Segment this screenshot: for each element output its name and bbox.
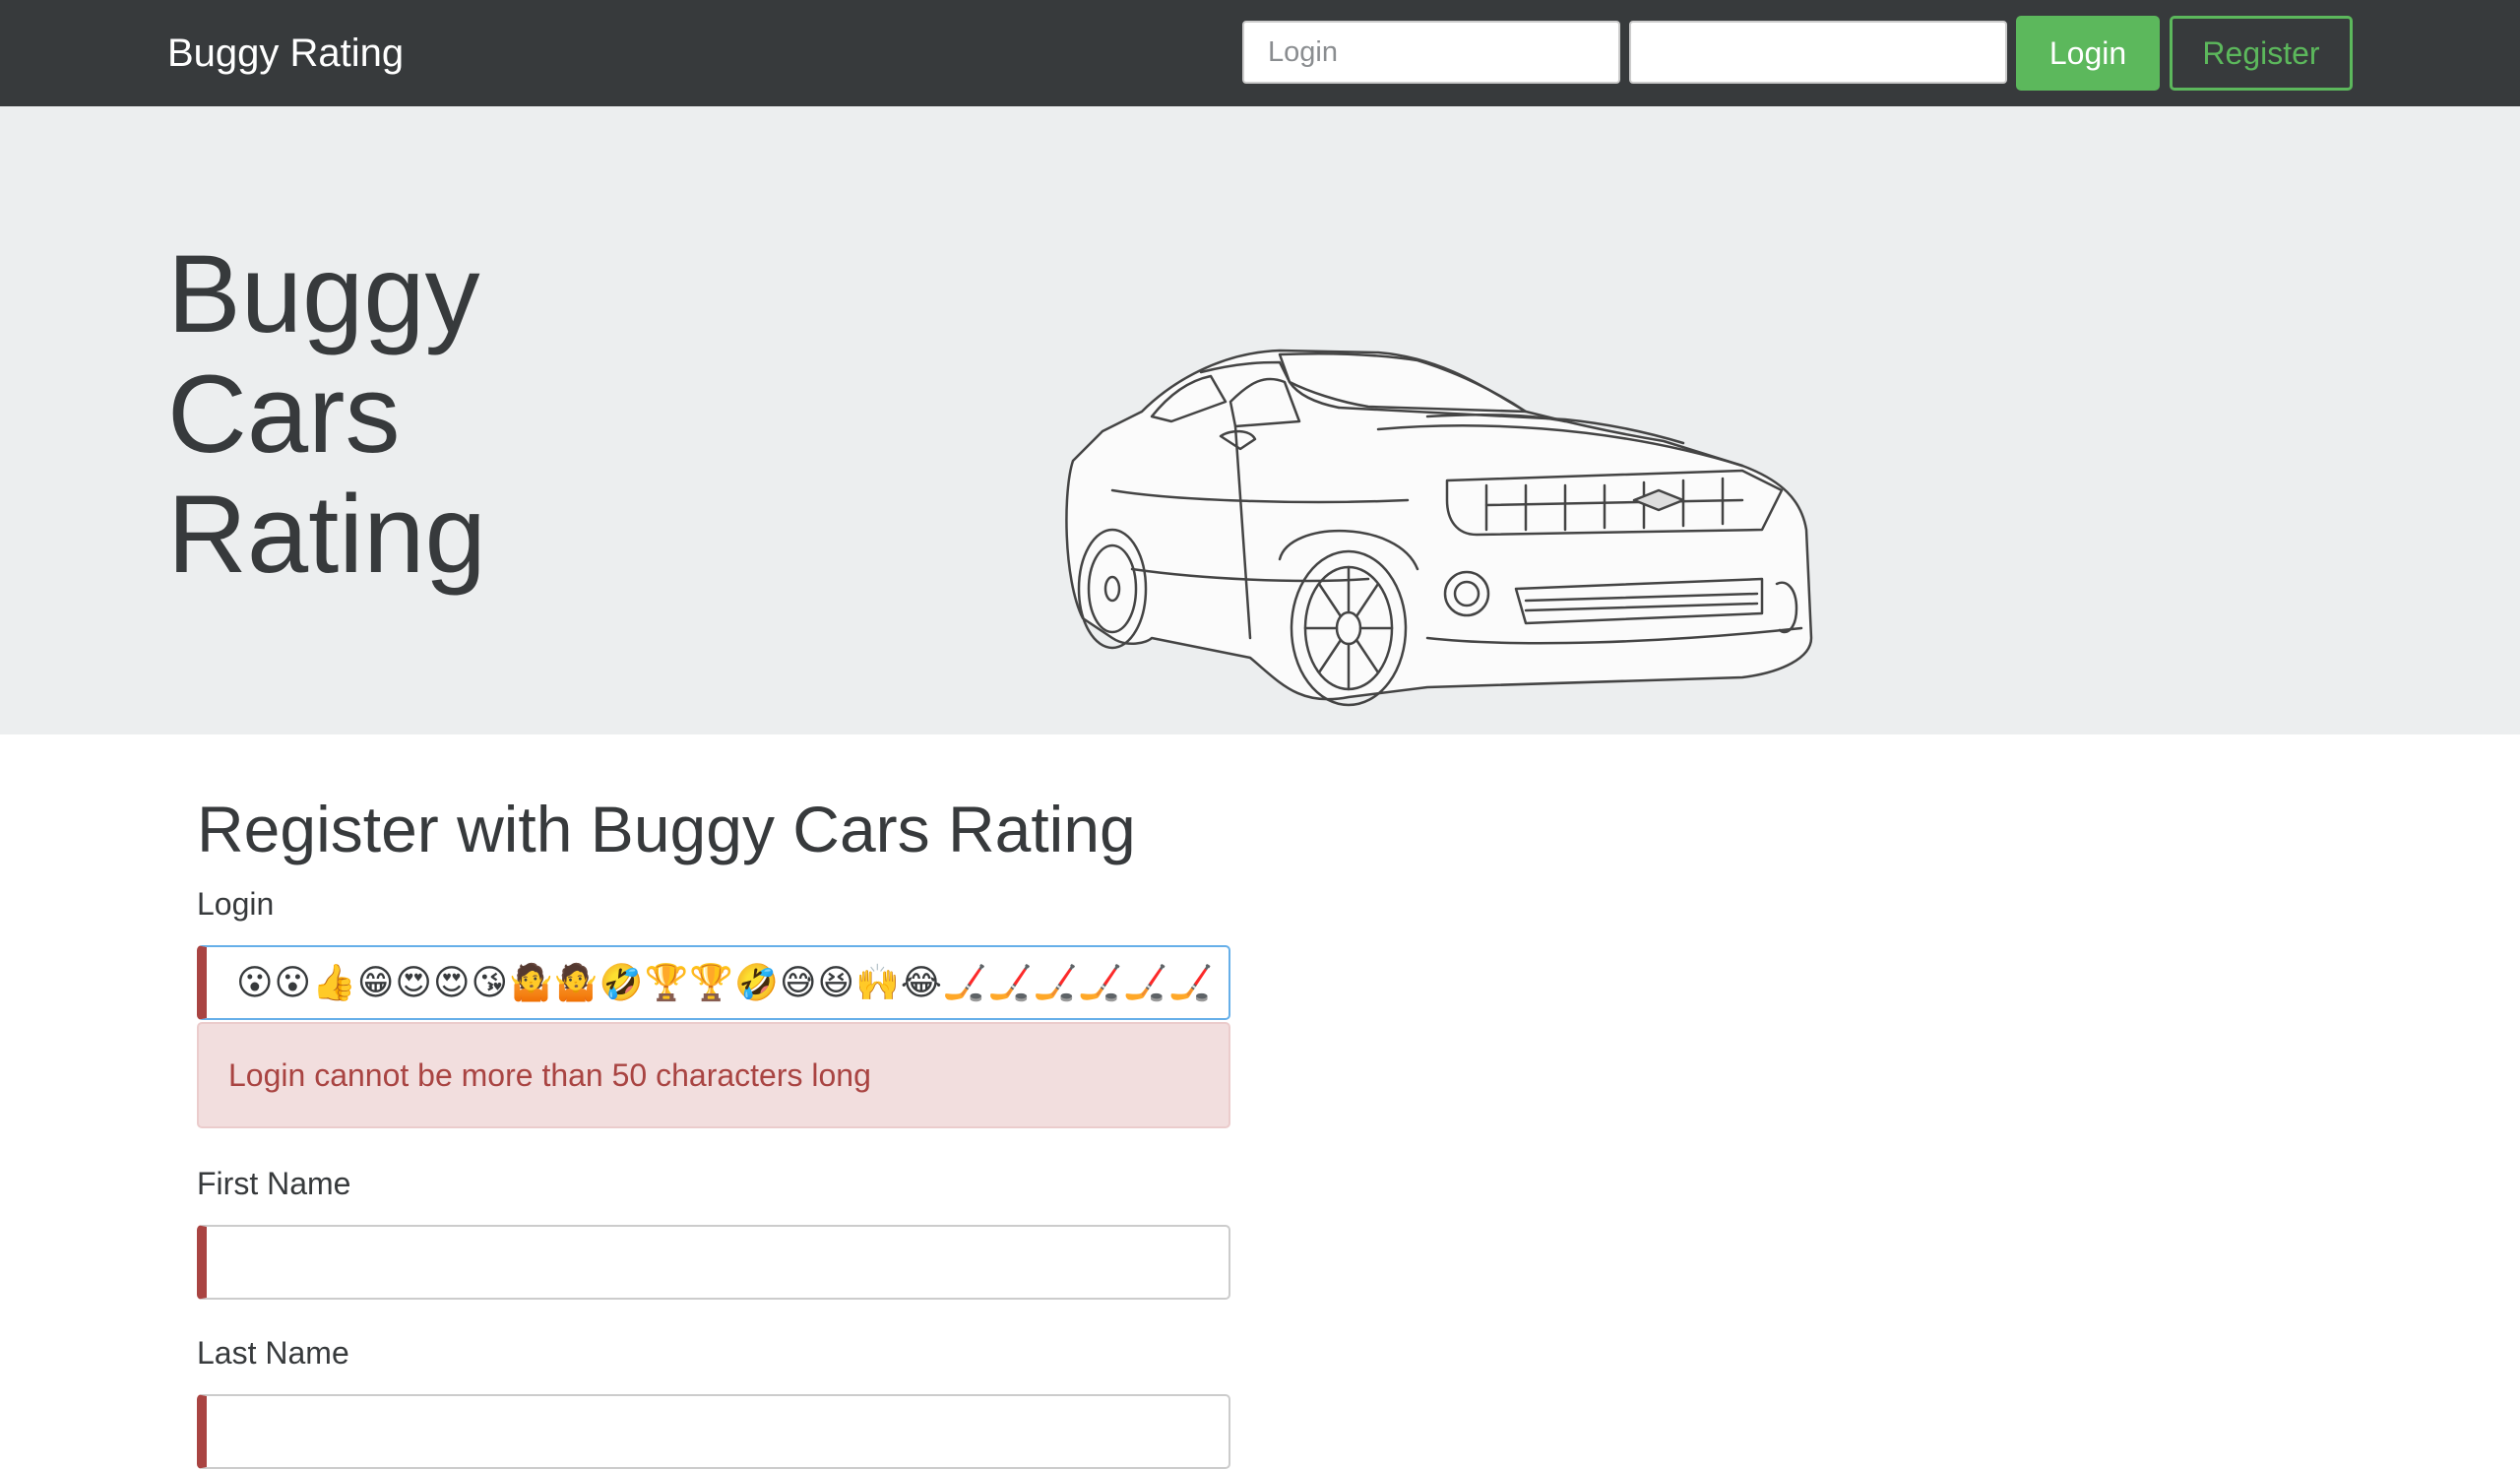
hero-title-line: Buggy — [167, 232, 480, 355]
car-outline-illustration — [1065, 349, 1813, 707]
navbar-login-input[interactable] — [1242, 21, 1620, 84]
login-field-value: 😮😮👍😁😍😍😘🤷🤷🤣🏆🏆🤣😅😆🙌😂🏒🏒🏒🏒🏒🏒 — [236, 963, 1214, 1003]
navbar-password-input[interactable] — [1629, 21, 2007, 84]
page-title: Register with Buggy Cars Rating — [197, 793, 1136, 865]
first-name-field-label: First Name — [197, 1166, 351, 1201]
top-navbar: Buggy Rating Login Register — [0, 0, 2520, 106]
last-name-field[interactable] — [197, 1394, 1230, 1469]
hero-banner: Buggy Cars Rating — [0, 106, 2520, 734]
register-button[interactable]: Register — [2170, 16, 2353, 91]
login-field-label: Login — [197, 886, 275, 922]
first-name-field[interactable] — [197, 1225, 1230, 1300]
hero-title-line: Cars — [167, 352, 401, 476]
login-button[interactable]: Login — [2016, 16, 2160, 91]
last-name-field-label: Last Name — [197, 1335, 349, 1371]
brand-link[interactable]: Buggy Rating — [167, 28, 404, 79]
login-error-alert: Login cannot be more than 50 characters … — [197, 1022, 1230, 1128]
hero-title-line: Rating — [167, 473, 486, 596]
hero-title: Buggy Cars Rating — [167, 234, 758, 595]
login-field[interactable]: 😮😮👍😁😍😍😘🤷🤷🤣🏆🏆🤣😅😆🙌😂🏒🏒🏒🏒🏒🏒 — [197, 945, 1230, 1020]
